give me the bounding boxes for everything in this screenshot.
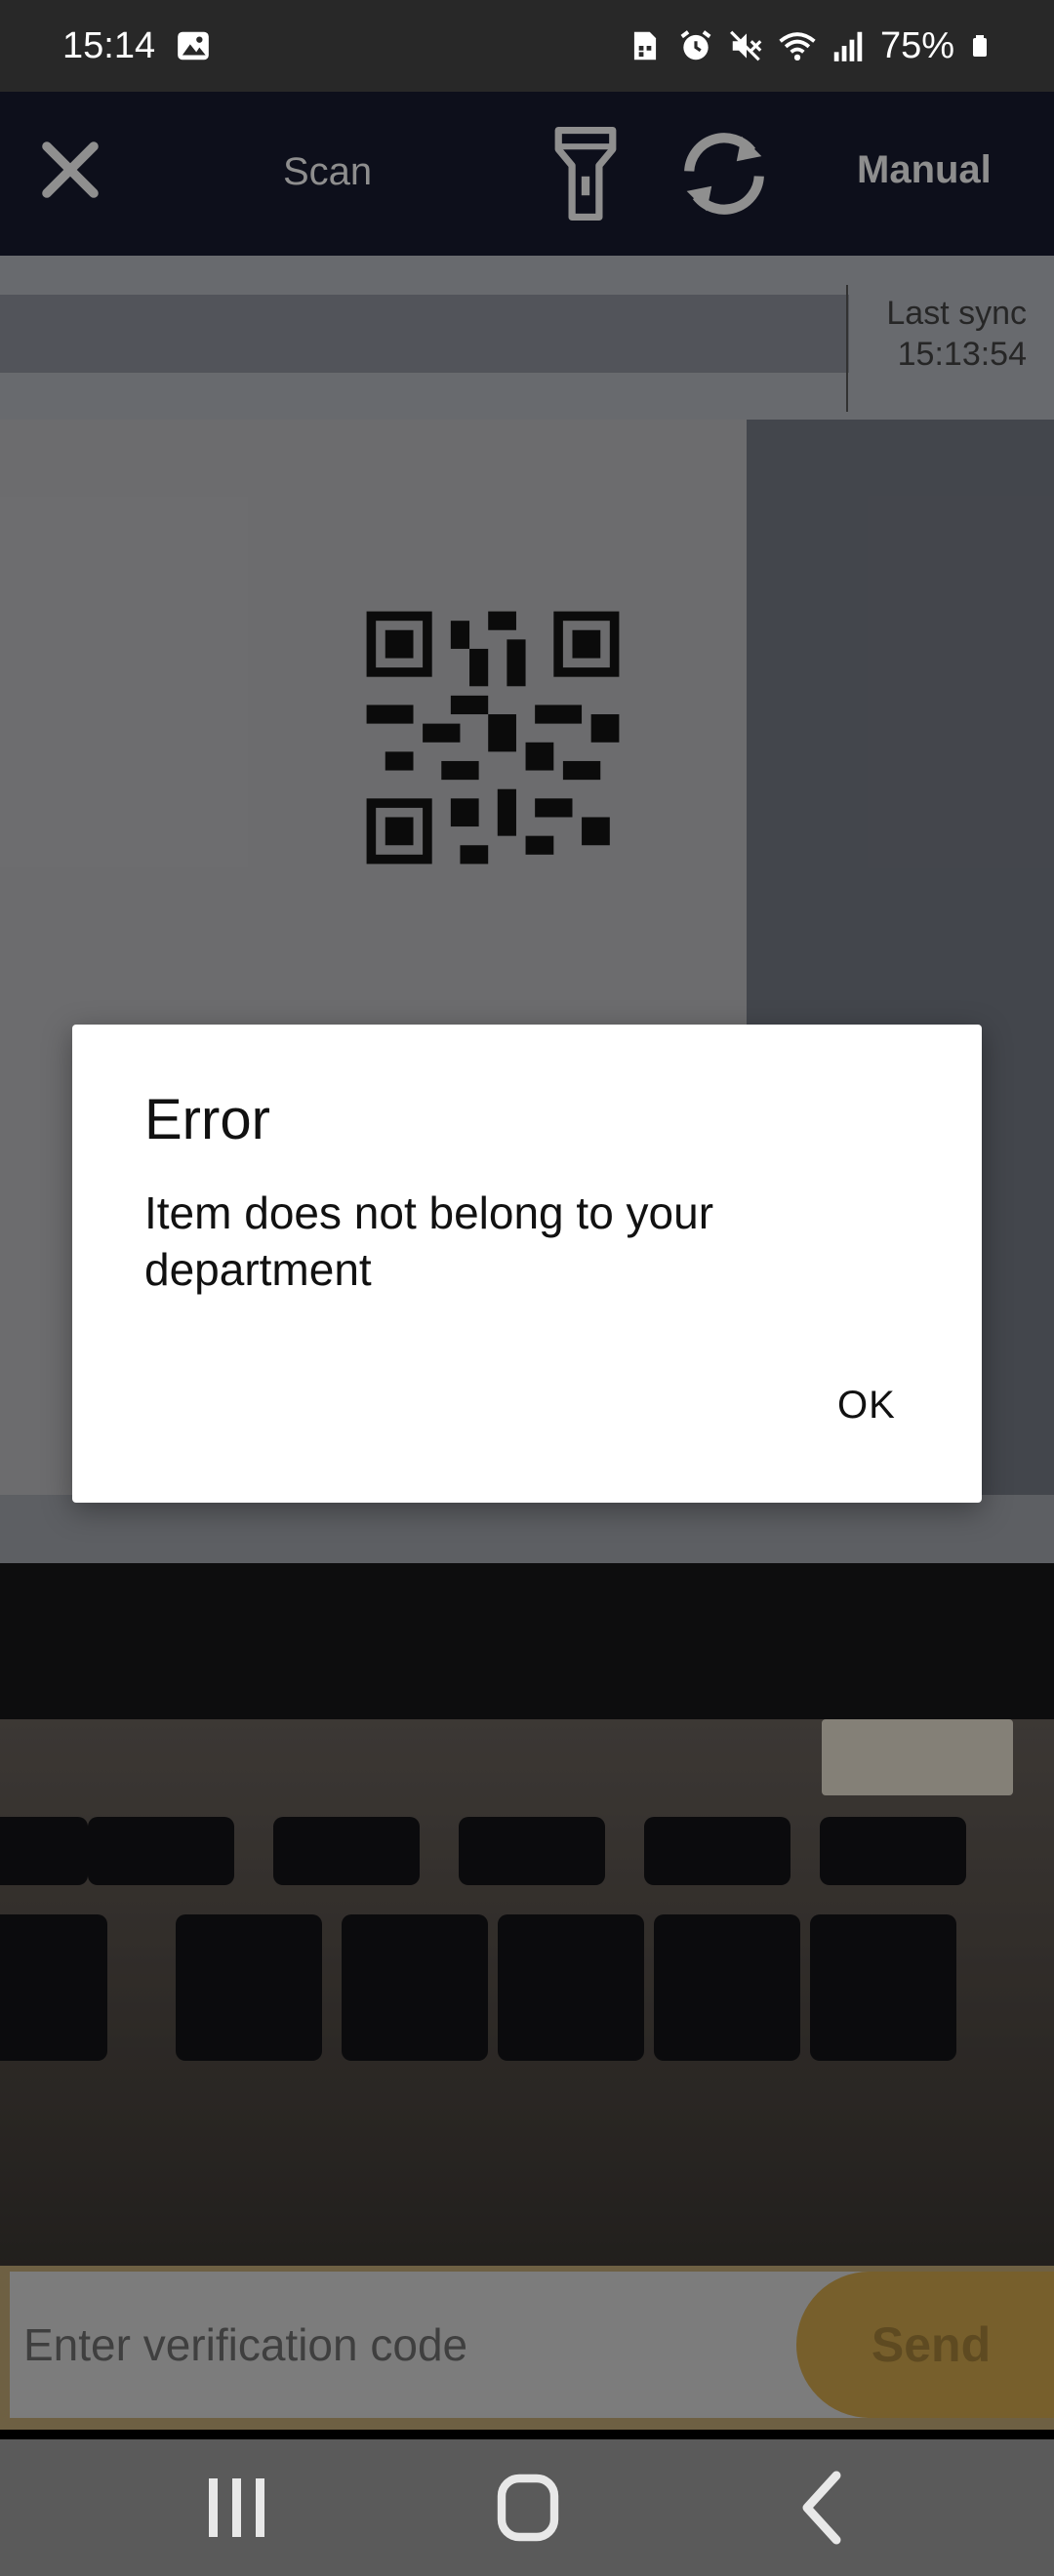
scan-screen: 15:14 75% Scan Manual Last sync 15:13:54… (0, 0, 1054, 2576)
send-button[interactable]: Send (796, 2272, 1054, 2418)
gallery-icon (178, 31, 209, 60)
status-bar: 15:14 75% (0, 0, 1054, 92)
dialog-message: Item does not belong to your department (144, 1187, 714, 1295)
close-icon[interactable] (35, 135, 105, 205)
error-dialog: Error Item does not belong to your depar… (72, 1025, 982, 1503)
battery-percent: 75% (879, 24, 954, 66)
status-right: 75% (627, 25, 992, 67)
back-icon[interactable] (781, 2467, 869, 2549)
mute-icon (729, 30, 762, 61)
home-icon[interactable] (484, 2467, 572, 2549)
verification-bar: Send (0, 2266, 1054, 2430)
switch-camera-icon[interactable] (673, 129, 775, 219)
signal-icon (833, 31, 863, 61)
page-title: Scan (283, 150, 373, 193)
flashlight-icon[interactable] (552, 125, 619, 222)
wifi-icon (779, 32, 816, 61)
status-time: 15:14 (62, 24, 156, 66)
system-nav-bar (0, 2439, 1054, 2576)
manual-button[interactable]: Manual (857, 148, 992, 192)
scan-toolbar: Scan Manual (0, 92, 1054, 256)
status-left: 15:14 (62, 25, 212, 67)
ok-button[interactable]: OK (814, 1366, 919, 1444)
dialog-title: Error (144, 1088, 270, 1151)
battery-icon (973, 35, 987, 57)
recents-icon[interactable] (191, 2467, 279, 2549)
sim-icon (633, 31, 657, 60)
alarm-icon (680, 30, 711, 60)
